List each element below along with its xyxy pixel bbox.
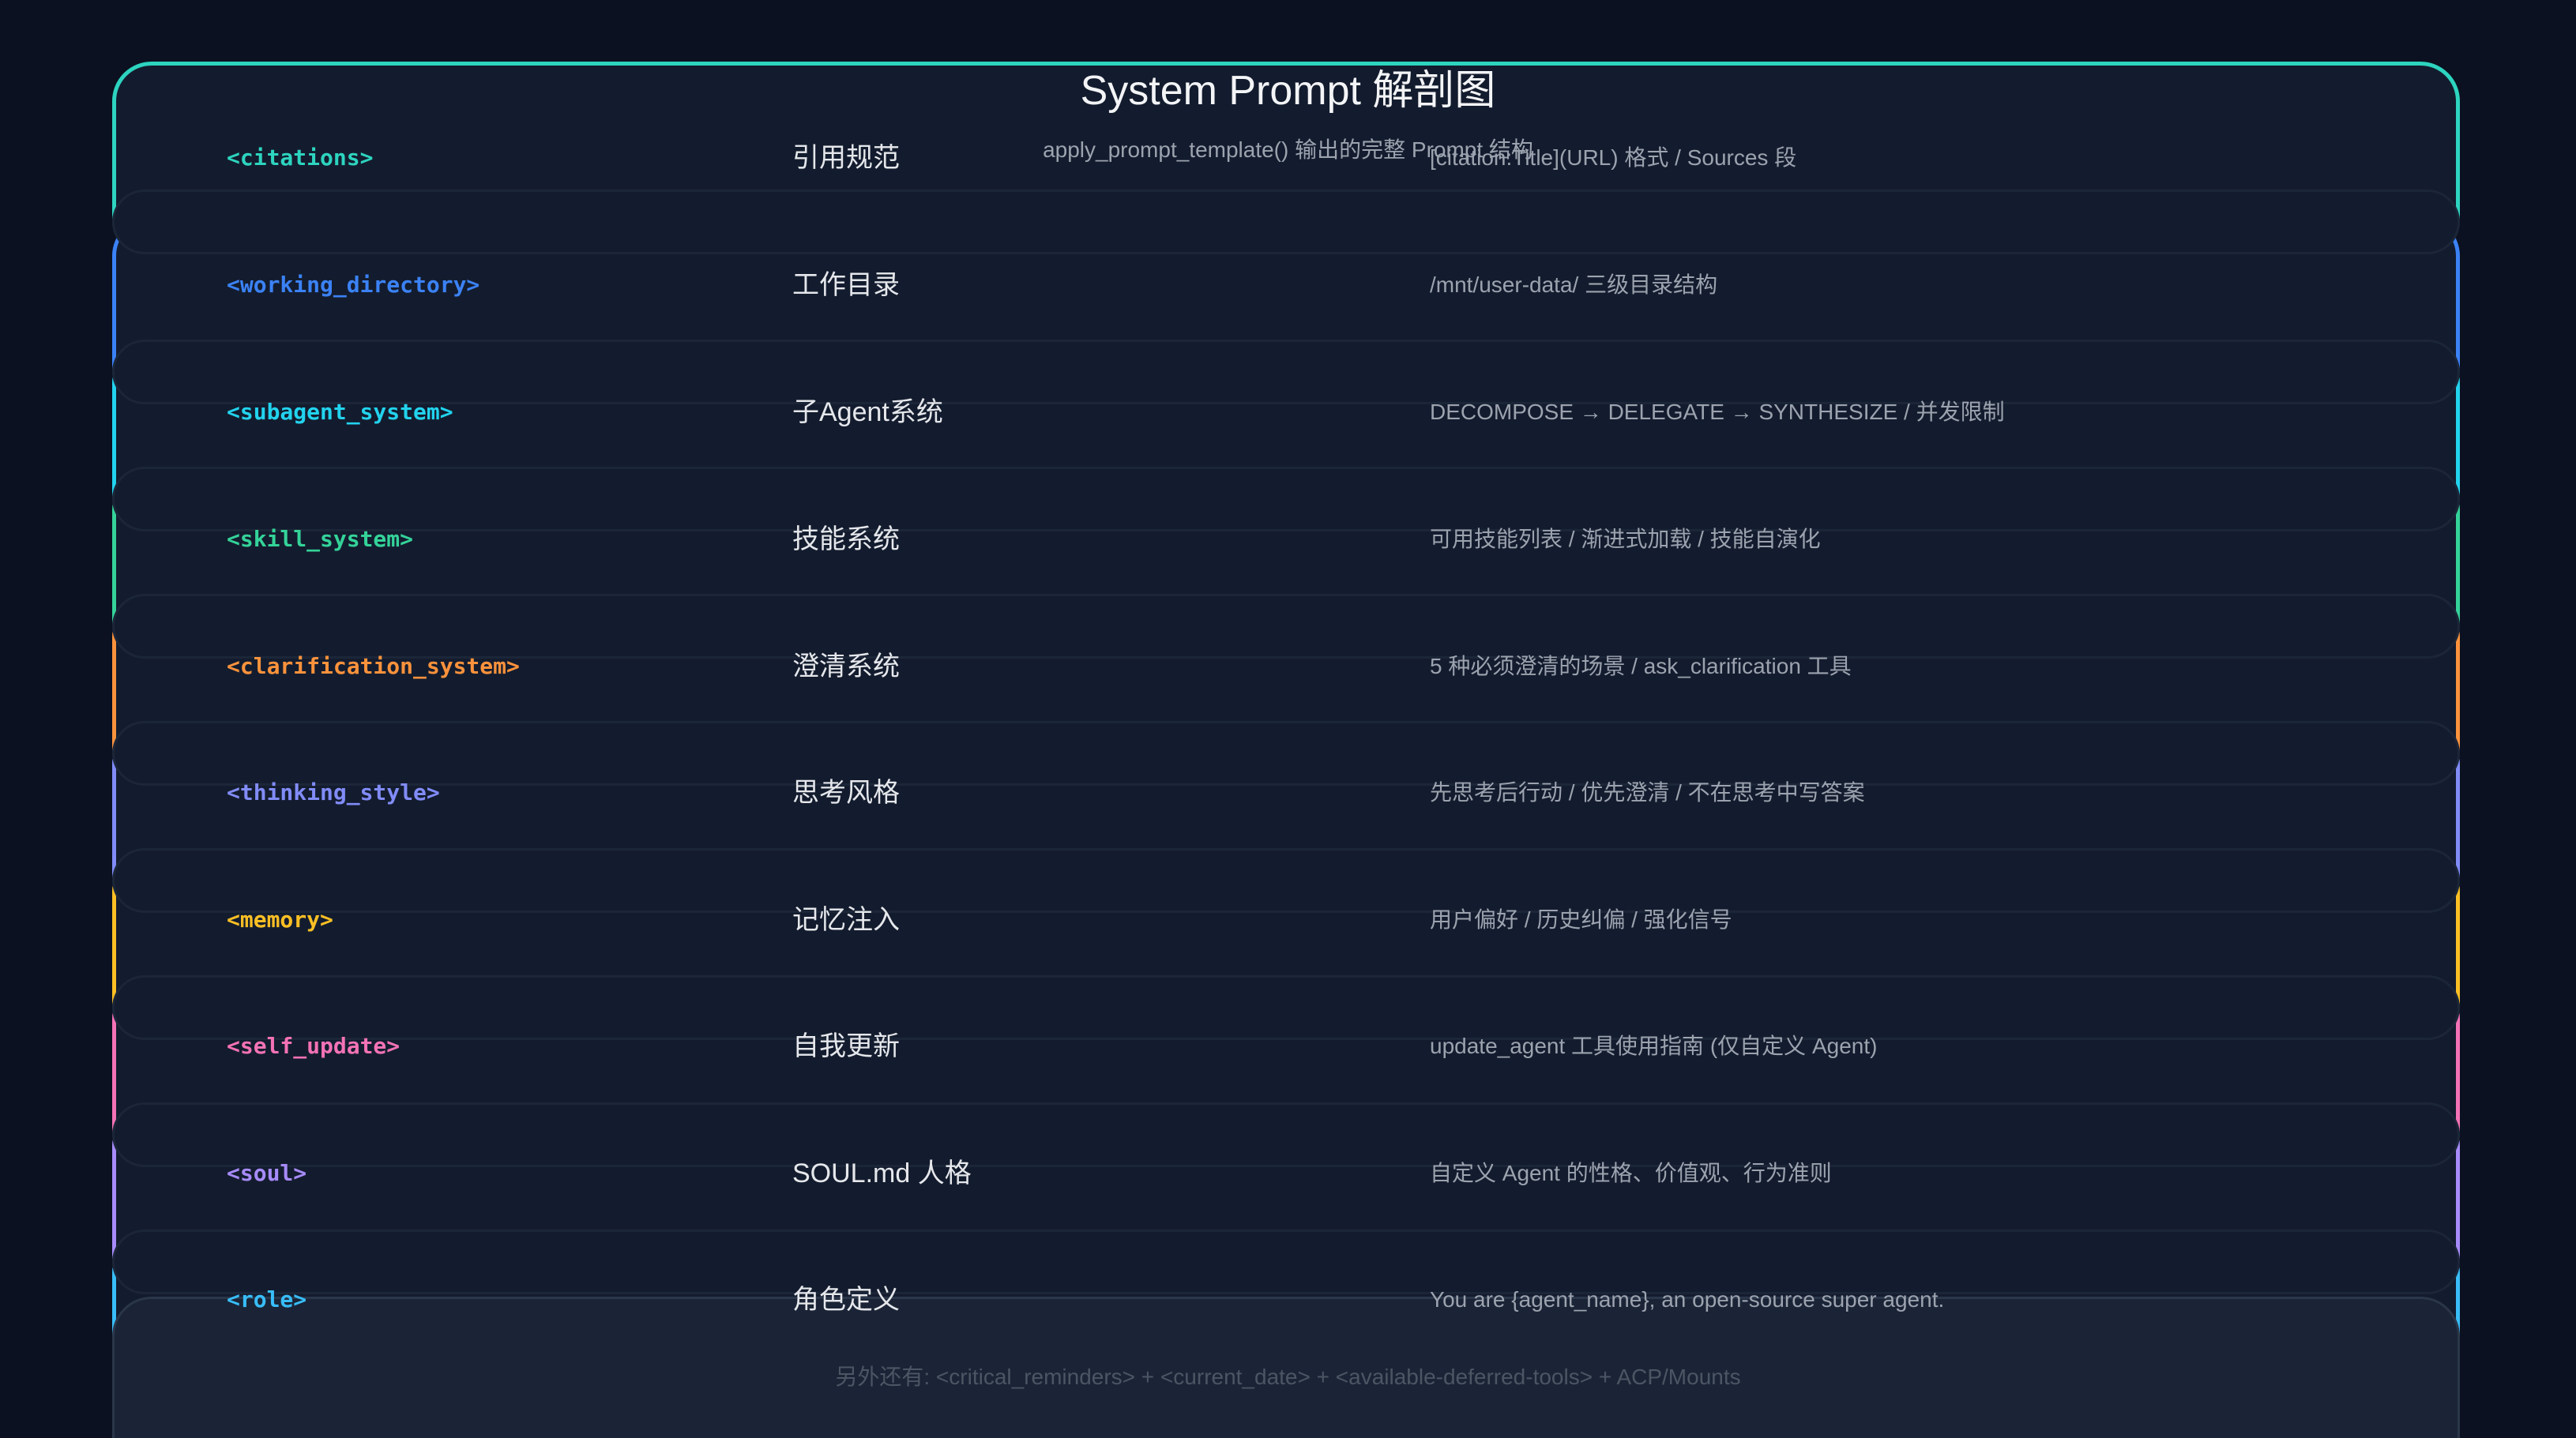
- diagram-subtitle: apply_prompt_template() 输出的完整 Prompt 结构: [1043, 137, 1533, 162]
- footer-note: 另外还有: <critical_reminders> + <current_da…: [835, 1365, 1741, 1389]
- prompt-anatomy-diagram: System Prompt 解剖图 apply_prompt_template(…: [0, 0, 2576, 1438]
- diagram-title: System Prompt 解剖图: [1080, 68, 1496, 114]
